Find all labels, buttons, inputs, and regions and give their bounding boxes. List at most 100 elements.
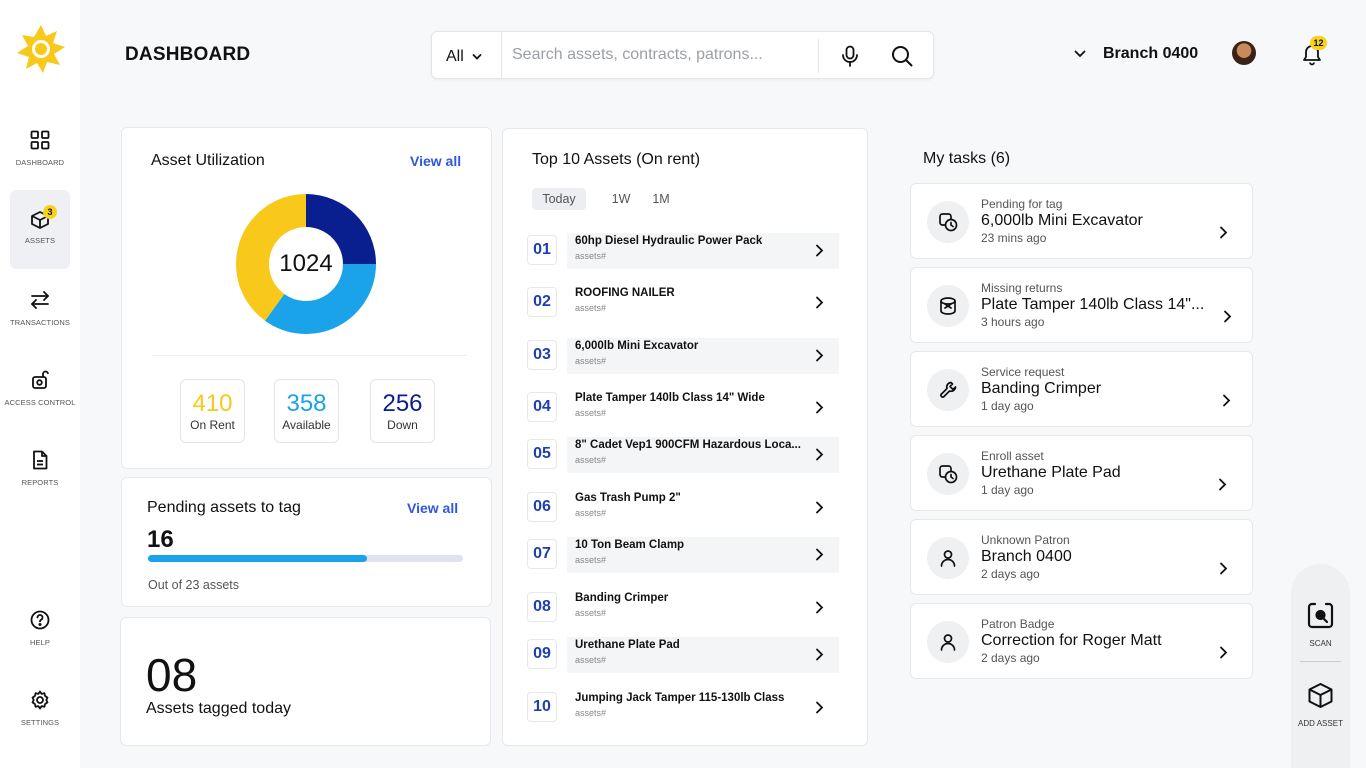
task-item[interactable]: Patron Badge Correction for Roger Matt 2 d…: [910, 603, 1253, 679]
wrench-icon: [940, 381, 957, 398]
asset-row[interactable]: ROOFING NAILER assets#: [567, 285, 839, 321]
add-asset-label: ADD ASSET: [1298, 719, 1343, 728]
pending-count: 16: [147, 526, 174, 553]
asset-id: assets#: [575, 508, 607, 518]
asset-row[interactable]: Plate Tamper 140lb Class 14" Wide assets#: [567, 390, 839, 426]
progress-fill: [148, 555, 368, 562]
asset-name: 8" Cadet Vep1 900CFM Hazardous Loca...: [575, 439, 801, 451]
asset-rank: 07: [527, 539, 557, 569]
asset-name: Urethane Plate Pad: [575, 639, 680, 651]
user-icon: [940, 634, 956, 651]
sidebar-item-label: TRANSACTIONS: [10, 318, 70, 327]
task-type: Service request: [981, 365, 1065, 379]
stat-value: 358: [286, 390, 327, 417]
task-item[interactable]: Pending for tag 6,000lb Mini Excavator 23 …: [910, 183, 1253, 259]
add-asset-button[interactable]: ADD ASSET: [1291, 682, 1350, 742]
chevron-right-icon: [816, 349, 824, 362]
chevron-right-icon: [816, 244, 824, 257]
task-time: 3 hours ago: [981, 315, 1045, 329]
chevron-right-icon: [816, 548, 824, 561]
asset-rank: 01: [527, 235, 557, 265]
asset-name: 10 Ton Beam Clamp: [575, 539, 685, 551]
task-type: Enroll asset: [981, 449, 1044, 463]
chevron-right-icon: [1219, 478, 1227, 491]
tab-today[interactable]: Today: [532, 188, 586, 210]
stat-on-rent: 410 On Rent: [180, 379, 245, 443]
tab-1w[interactable]: 1W: [606, 188, 636, 210]
sidebar-item-access-control[interactable]: ACCESS CONTROL: [5, 358, 75, 436]
tasks-title: My tasks (6): [923, 150, 1011, 167]
asset-row[interactable]: Urethane Plate Pad assets#: [567, 637, 839, 673]
asset-row[interactable]: 6,000lb Mini Excavator assets#: [567, 338, 839, 374]
lock-camera-icon: [32, 370, 49, 389]
asset-name: Jumping Jack Tamper 115-130lb Class: [575, 692, 785, 704]
chevron-right-icon: [816, 501, 824, 514]
task-title: Plate Tamper 140lb Class 14"...: [981, 296, 1205, 313]
asset-row[interactable]: 60hp Diesel Hydraulic Power Pack assets#: [567, 233, 839, 269]
chevron-down-icon: [1074, 50, 1086, 58]
task-time: 2 days ago: [981, 651, 1040, 665]
chevron-down-icon: [472, 54, 482, 60]
asset-row[interactable]: 10 Ton Beam Clamp assets#: [567, 537, 839, 573]
scan-button[interactable]: SCAN: [1291, 602, 1350, 662]
task-title: Banding Crimper: [981, 380, 1102, 397]
utilization-view-all-link[interactable]: View all: [410, 153, 461, 169]
sidebar-item-dashboard[interactable]: DASHBOARD: [10, 118, 70, 196]
task-type: Patron Badge: [981, 617, 1055, 631]
sidebar-item-reports[interactable]: REPORTS: [10, 438, 70, 516]
chevron-right-icon: [1220, 646, 1228, 659]
chevron-right-icon: [816, 648, 824, 661]
clock-tag-icon: [939, 213, 958, 232]
search-filter-dropdown[interactable]: All: [432, 32, 502, 78]
task-icon-container: [927, 201, 969, 243]
assets-count-badge: 3: [43, 205, 57, 219]
asset-id: assets#: [575, 455, 607, 465]
branch-label: Branch 0400: [1103, 45, 1199, 62]
asset-row[interactable]: 8" Cadet Vep1 900CFM Hazardous Loca... as…: [567, 437, 839, 473]
sidebar-item-label: DASHBOARD: [15, 158, 65, 167]
asset-rank: 02: [527, 287, 557, 317]
asset-row[interactable]: Gas Trash Pump 2" assets#: [567, 490, 839, 526]
chevron-right-icon: [1224, 310, 1232, 323]
search-input[interactable]: [512, 44, 812, 66]
scan-icon: [1307, 602, 1334, 629]
task-type: Unknown Patron: [981, 533, 1070, 547]
task-item[interactable]: Service request Banding Crimper 1 day ago: [910, 351, 1253, 427]
sidebar-item-label: HELP: [30, 638, 50, 647]
pending-view-all-link[interactable]: View all: [407, 500, 458, 516]
task-item[interactable]: Missing returns Plate Tamper 140lb Class …: [910, 267, 1253, 343]
sidebar-item-assets[interactable]: 3 ASSETS: [10, 190, 70, 269]
search-icon[interactable]: [891, 45, 913, 67]
asset-rank: 04: [527, 392, 557, 422]
task-item[interactable]: Enroll asset Urethane Plate Pad 1 day ago: [910, 435, 1253, 511]
pending-progress-bar: [148, 555, 463, 562]
asset-rank: 09: [527, 639, 557, 669]
microphone-icon[interactable]: [840, 45, 860, 67]
asset-row[interactable]: Banding Crimper assets#: [567, 590, 839, 626]
avatar[interactable]: [1232, 41, 1256, 65]
task-title: Correction for Roger Matt: [981, 632, 1162, 649]
task-title: 6,000lb Mini Excavator: [981, 212, 1143, 229]
asset-id: assets#: [575, 608, 607, 618]
asset-row[interactable]: Jumping Jack Tamper 115-130lb Class asset…: [567, 690, 839, 726]
task-item[interactable]: Unknown Patron Branch 0400 2 days ago: [910, 519, 1253, 595]
asset-id: assets#: [575, 655, 607, 665]
sidebar-item-settings[interactable]: SETTINGS: [10, 678, 70, 756]
asset-id: assets#: [575, 408, 607, 418]
chevron-right-icon: [816, 701, 824, 714]
chevron-right-icon: [1223, 394, 1231, 407]
stat-label: On Rent: [190, 418, 235, 432]
tab-1m[interactable]: 1M: [644, 188, 678, 210]
asset-name: Plate Tamper 140lb Class 14" Wide: [575, 392, 765, 404]
sun-logo-icon[interactable]: [16, 24, 66, 74]
task-icon-container: [927, 621, 969, 663]
user-icon: [940, 550, 956, 567]
asset-name: 6,000lb Mini Excavator: [575, 340, 699, 352]
sidebar-item-label: SETTINGS: [20, 718, 60, 727]
sidebar-item-help[interactable]: HELP: [10, 598, 70, 676]
asset-name: 60hp Diesel Hydraulic Power Pack: [575, 235, 763, 247]
asset-rank: 08: [527, 592, 557, 622]
sidebar-item-transactions[interactable]: TRANSACTIONS: [10, 278, 70, 356]
asset-id: assets#: [575, 708, 607, 718]
task-icon-container: [927, 369, 969, 411]
